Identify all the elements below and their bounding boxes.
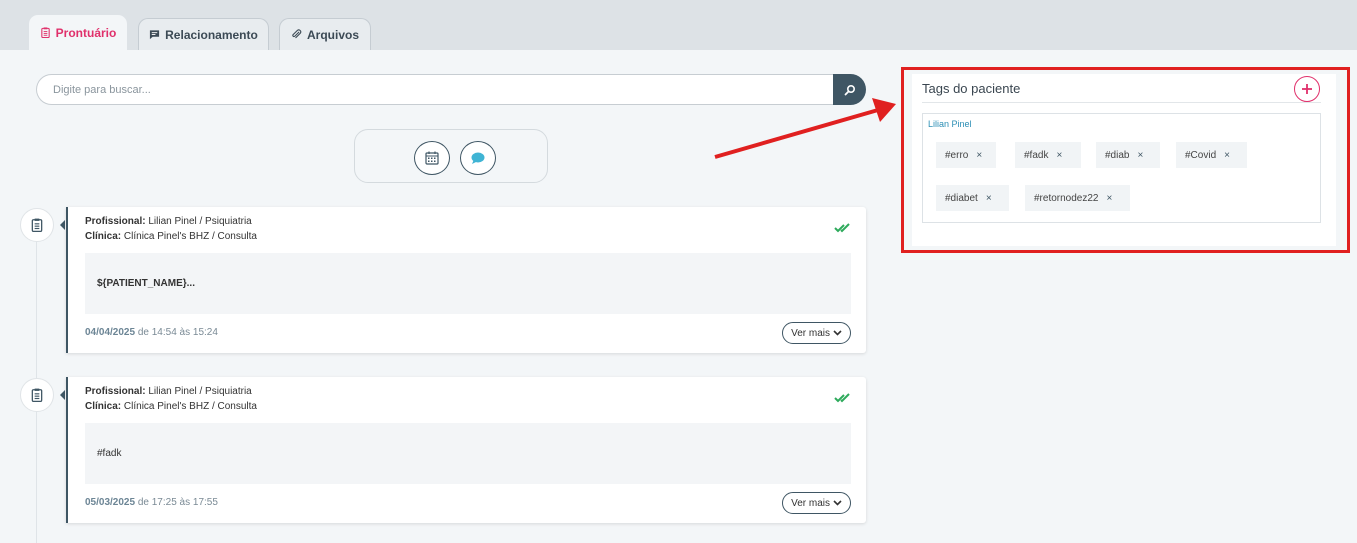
- tags-owner: Lilian Pinel: [928, 119, 972, 129]
- tag-label: #fadk: [1024, 149, 1049, 161]
- search-bar: [36, 74, 866, 105]
- tab-label: Relacionamento: [165, 27, 258, 42]
- record-clinic: Clínica: Clínica Pinel's BHZ / Consulta: [85, 231, 257, 242]
- tag-label: #Covid: [1185, 149, 1217, 161]
- clipboard-icon: [40, 27, 50, 38]
- filter-toggle-group: [354, 129, 548, 183]
- tab-bar: Prontuário Relacionamento Arquivos: [0, 0, 1357, 50]
- ver-mais-label: Ver mais: [791, 327, 830, 339]
- tab-label: Arquivos: [306, 27, 359, 42]
- tab-arquivos[interactable]: Arquivos: [279, 18, 371, 50]
- record-date: 05/03/2025 de 17:25 às 17:55: [85, 497, 218, 508]
- tag-label: #retornodez22: [1034, 192, 1099, 204]
- timeline-pointer: [60, 220, 65, 230]
- tag-chip: #retornodez22 ×: [1025, 185, 1130, 211]
- remove-tag-icon[interactable]: ×: [1224, 150, 1230, 161]
- record-date: 04/04/2025 de 14:54 às 15:24: [85, 327, 218, 338]
- search-button[interactable]: [833, 74, 866, 105]
- chevron-down-icon: [833, 500, 842, 506]
- tag-chip: #Covid ×: [1176, 142, 1247, 168]
- tag-chip: #diab ×: [1096, 142, 1160, 168]
- timeline-clipboard-icon: [20, 378, 54, 412]
- calendar-filter-button[interactable]: [414, 141, 450, 175]
- tag-chip: #erro ×: [936, 142, 996, 168]
- search-input[interactable]: [36, 74, 833, 105]
- tags-group: Lilian Pinel #erro × #fadk × #diab × #Co…: [922, 113, 1321, 223]
- remove-tag-icon[interactable]: ×: [1137, 150, 1143, 161]
- ver-mais-label: Ver mais: [791, 497, 830, 509]
- record-professional: Profissional: Lilian Pinel / Psiquiatria: [85, 216, 252, 227]
- plus-icon: [1302, 84, 1312, 94]
- timeline-clipboard-icon: [20, 208, 54, 242]
- record-card: Profissional: Lilian Pinel / Psiquiatria…: [66, 377, 866, 523]
- divider: [922, 102, 1321, 103]
- add-tag-button[interactable]: [1294, 76, 1320, 102]
- remove-tag-icon[interactable]: ×: [1056, 150, 1062, 161]
- tag-label: #diab: [1105, 149, 1130, 161]
- search-icon: [844, 84, 855, 95]
- ver-mais-button[interactable]: Ver mais: [782, 492, 851, 514]
- calendar-icon: [425, 151, 439, 165]
- ver-mais-button[interactable]: Ver mais: [782, 322, 851, 344]
- chat-bubble-icon: [471, 152, 485, 164]
- timeline-pointer: [60, 390, 65, 400]
- message-icon: [150, 30, 160, 40]
- tag-label: #erro: [945, 149, 969, 161]
- remove-tag-icon[interactable]: ×: [986, 193, 992, 204]
- tab-label: Prontuário: [55, 25, 117, 40]
- remove-tag-icon[interactable]: ×: [976, 150, 982, 161]
- chat-filter-button[interactable]: [460, 141, 496, 175]
- paperclip-icon: [292, 29, 302, 39]
- clipboard-icon: [31, 218, 43, 232]
- record-card: Profissional: Lilian Pinel / Psiquiatria…: [66, 207, 866, 353]
- tag-chip: #fadk ×: [1015, 142, 1081, 168]
- remove-tag-icon[interactable]: ×: [1107, 193, 1113, 204]
- double-check-icon: [834, 223, 850, 233]
- chevron-down-icon: [833, 330, 842, 336]
- tab-prontuario[interactable]: Prontuário: [28, 14, 128, 50]
- tab-relacionamento[interactable]: Relacionamento: [138, 18, 269, 50]
- tags-panel-title: Tags do paciente: [922, 81, 1021, 96]
- tag-label: #diabet: [945, 192, 978, 204]
- record-professional: Profissional: Lilian Pinel / Psiquiatria: [85, 386, 252, 397]
- patient-tags-panel: Tags do paciente Lilian Pinel #erro × #f…: [912, 74, 1336, 246]
- record-note: ${PATIENT_NAME}...: [85, 253, 851, 314]
- clipboard-icon: [31, 388, 43, 402]
- record-note: #fadk: [85, 423, 851, 484]
- record-clinic: Clínica: Clínica Pinel's BHZ / Consulta: [85, 401, 257, 412]
- tag-chip: #diabet ×: [936, 185, 1009, 211]
- double-check-icon: [834, 393, 850, 403]
